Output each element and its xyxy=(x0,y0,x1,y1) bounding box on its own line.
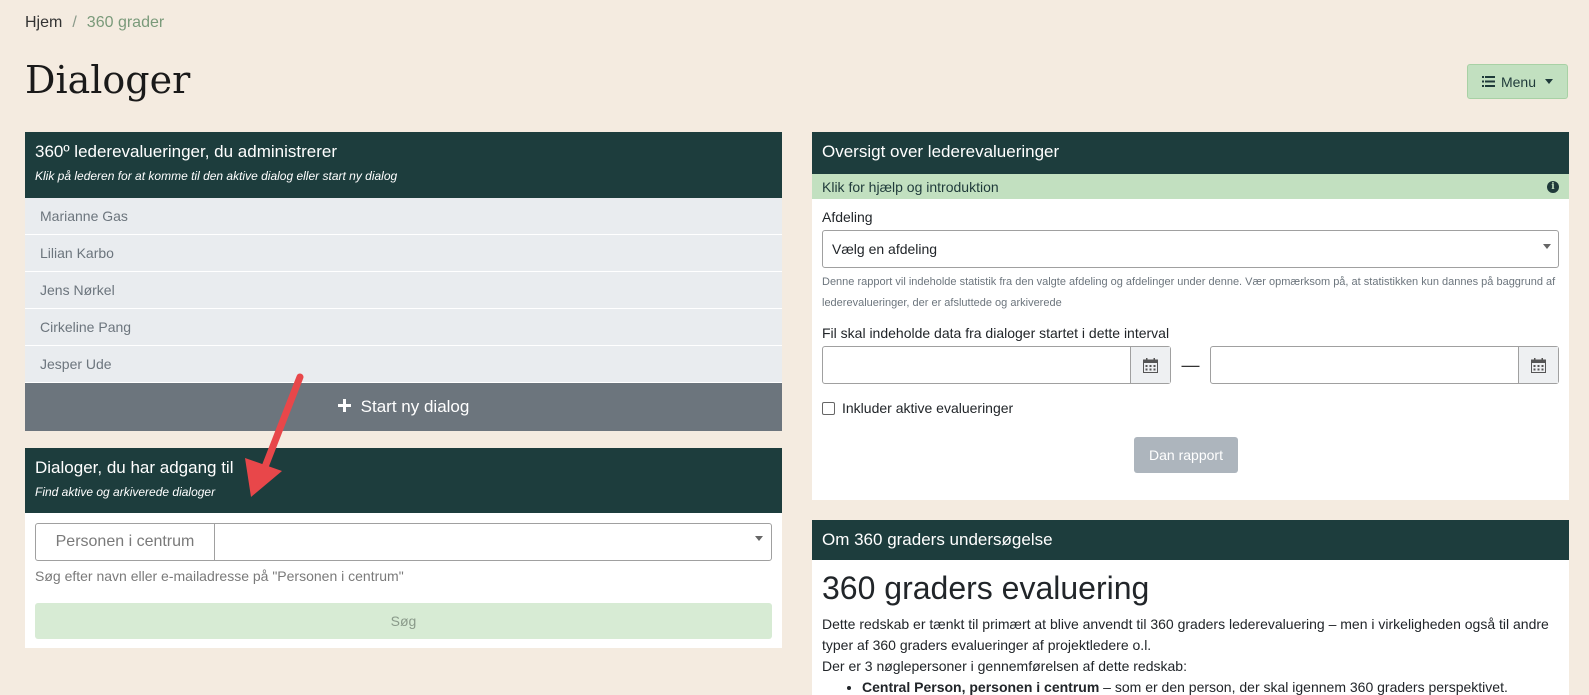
about-paragraph: Dette redskab er tænkt til primært at bl… xyxy=(822,616,1549,653)
caret-down-icon xyxy=(1545,79,1554,84)
end-date-field[interactable] xyxy=(1211,347,1518,383)
plus-icon xyxy=(337,397,351,417)
leader-item[interactable]: Lilian Karbo xyxy=(25,235,782,272)
leader-item[interactable]: Jens Nørkel xyxy=(25,272,782,309)
bullet-bold-text: Central Person, personen i centrum xyxy=(862,679,1100,695)
help-intro-label: Klik for hjælp og introduktion xyxy=(822,178,999,195)
include-active-checkbox[interactable] xyxy=(822,401,835,415)
person-search-group: Personen i centrum xyxy=(35,523,772,561)
department-note: Denne rapport vil indeholde statistik fr… xyxy=(822,276,1556,309)
about-panel-header: Om 360 graders undersøgelse xyxy=(812,520,1569,560)
menu-button[interactable]: Menu xyxy=(1467,64,1568,99)
about-body: Dette redskab er tænkt til primært at bl… xyxy=(822,614,1559,695)
leaders-panel-header: 360º lederevalueringer, du administrerer… xyxy=(25,132,782,198)
start-new-dialog-button[interactable]: Start ny dialog xyxy=(25,383,782,431)
person-search-addon: Personen i centrum xyxy=(36,524,215,560)
breadcrumb-home-link[interactable]: Hjem xyxy=(25,14,62,32)
department-label: Afdeling xyxy=(822,209,873,225)
about-intro-line: Der er 3 nøglepersoner i gennemførelsen … xyxy=(822,658,1187,674)
end-date-input xyxy=(1210,346,1559,384)
info-icon: i xyxy=(1547,180,1559,193)
start-date-input xyxy=(822,346,1171,384)
breadcrumb-separator: / xyxy=(72,14,77,31)
leaders-panel-title: 360º lederevalueringer, du administrerer xyxy=(35,142,337,161)
calendar-icon[interactable] xyxy=(1518,347,1558,383)
access-panel: Dialoger, du har adgang til Find aktive … xyxy=(25,448,782,648)
generate-report-button[interactable]: Dan rapport xyxy=(1134,437,1238,473)
leader-item[interactable]: Marianne Gas xyxy=(25,198,782,235)
overview-panel-header: Oversigt over lederevalueringer xyxy=(812,132,1569,174)
list-item: Central Person, personen i centrum – som… xyxy=(862,677,1559,695)
bullet-text: – som er den person, der skal igennem 36… xyxy=(1099,679,1508,695)
leader-item[interactable]: Jesper Ude xyxy=(25,346,782,383)
department-select-value: Vælg en afdeling xyxy=(832,241,938,257)
breadcrumb: Hjem / 360 grader xyxy=(25,13,164,33)
page-title: Dialoger xyxy=(25,58,191,102)
help-intro-bar[interactable]: Klik for hjælp og introduktion i xyxy=(812,174,1569,199)
department-select[interactable]: Vælg en afdeling xyxy=(822,230,1559,268)
start-new-dialog-label: Start ny dialog xyxy=(360,397,470,416)
search-button[interactable]: Søg xyxy=(35,603,772,639)
date-interval-row: — xyxy=(822,346,1559,384)
access-panel-subtitle: Find aktive og arkiverede dialoger xyxy=(35,485,216,499)
leaders-panel-subtitle: Klik på lederen for at komme til den akt… xyxy=(35,169,398,183)
leader-item[interactable]: Cirkeline Pang xyxy=(25,309,782,346)
interval-label: Fil skal indeholde data fra dialoger sta… xyxy=(822,325,1170,341)
about-panel: Om 360 graders undersøgelse 360 graders … xyxy=(812,520,1569,695)
breadcrumb-current: 360 grader xyxy=(86,14,165,31)
include-active-row: Inkluder aktive evalueringer xyxy=(822,400,1013,416)
access-panel-title: Dialoger, du har adgang til xyxy=(35,458,234,477)
overview-panel: Oversigt over lederevalueringer Klik for… xyxy=(812,132,1569,500)
key-persons-list: Central Person, personen i centrum – som… xyxy=(862,677,1559,695)
leaders-panel: 360º lederevalueringer, du administrerer… xyxy=(25,132,782,431)
interval-dash: — xyxy=(1181,354,1200,375)
caret-down-icon xyxy=(755,536,763,541)
calendar-icon[interactable] xyxy=(1130,347,1170,383)
include-active-label[interactable]: Inkluder aktive evalueringer xyxy=(842,400,1013,416)
caret-down-icon xyxy=(1543,244,1551,249)
person-search-select[interactable] xyxy=(215,524,771,560)
list-icon xyxy=(1481,74,1495,90)
about-heading: 360 graders evaluering xyxy=(822,570,1150,606)
access-panel-header: Dialoger, du har adgang til Find aktive … xyxy=(25,448,782,513)
about-panel-title: Om 360 graders undersøgelse xyxy=(822,530,1053,549)
start-date-field[interactable] xyxy=(823,347,1130,383)
person-search-help: Søg efter navn eller e-mailadresse på "P… xyxy=(35,568,404,584)
overview-panel-title: Oversigt over lederevalueringer xyxy=(822,142,1060,161)
menu-label: Menu xyxy=(1500,73,1537,90)
